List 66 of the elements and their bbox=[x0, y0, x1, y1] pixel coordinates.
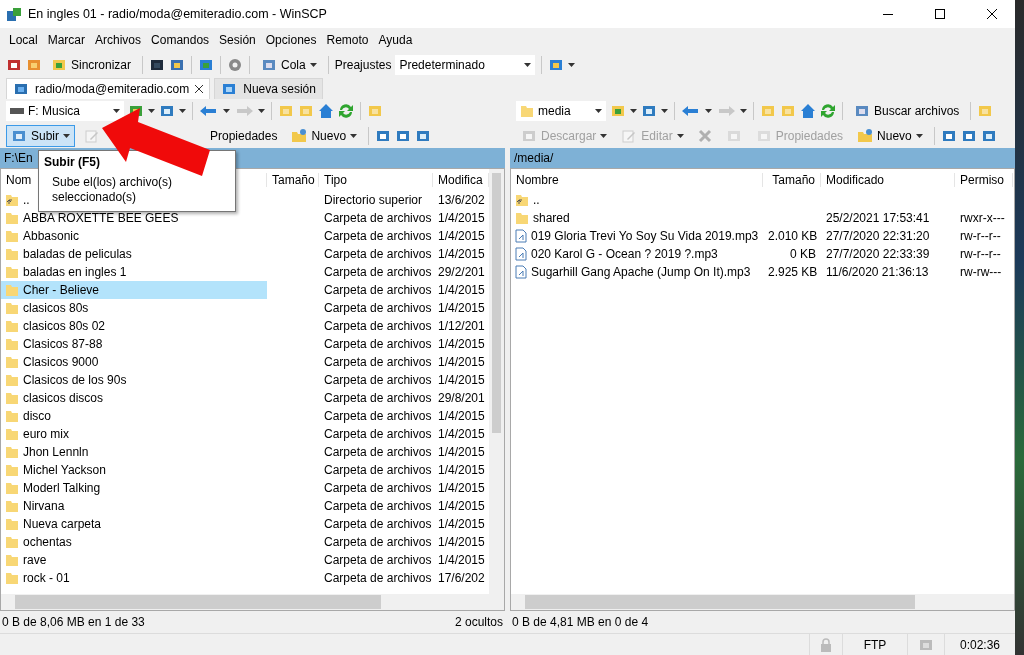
hidden-count: 2 ocultos bbox=[454, 615, 503, 629]
table-cell-text: Carpeta de archivos bbox=[323, 535, 433, 549]
table-cell-text: 1/12/201 bbox=[437, 319, 486, 333]
table-cell-text: Carpeta de archivos bbox=[323, 247, 433, 261]
table-cell-text: 1/4/2015 bbox=[437, 283, 486, 297]
table-cell-text: 2.010 KB bbox=[767, 229, 819, 243]
table-cell-text: Carpeta de archivos bbox=[323, 337, 433, 351]
table-cell-text: Carpeta de archivos bbox=[323, 553, 433, 567]
table-cell-text: Carpeta de archivos bbox=[323, 229, 433, 243]
table-cell-text: Directorio superior bbox=[323, 193, 424, 207]
table-cell-text: 2.925 KB bbox=[767, 265, 819, 279]
table-cell-text: 29/8/201 bbox=[437, 391, 486, 405]
table-cell-text: rw-r--r-- bbox=[959, 229, 1002, 243]
table-cell-text: 1/4/2015 bbox=[437, 373, 486, 387]
table-cell-text: Carpeta de archivos bbox=[323, 355, 433, 369]
table-cell-text: 1/4/2015 bbox=[437, 463, 486, 477]
presets-label: Preajustes bbox=[334, 57, 392, 72]
table-cell-text: 27/7/2020 22:33:39 bbox=[825, 247, 931, 261]
window-title: En ingles 01 - radio/moda@emiteradio.com - WinSCP bbox=[28, 7, 328, 21]
table-cell-text: 29/2/201 bbox=[437, 265, 486, 279]
session-time: 0:02:36 bbox=[959, 637, 1000, 652]
table-cell-text: Carpeta de archivos bbox=[323, 445, 433, 459]
table-cell-text: 1/4/2015 bbox=[437, 517, 486, 531]
table-cell-text: Carpeta de archivos bbox=[323, 481, 433, 495]
table-cell-text: Carpeta de archivos bbox=[323, 571, 433, 585]
table-cell-text: Carpeta de archivos bbox=[323, 301, 433, 315]
table-cell-text: 1/4/2015 bbox=[437, 427, 486, 441]
table-cell-text: 11/6/2020 21:36:13 bbox=[825, 265, 930, 279]
table-cell-text: rwxr-x--- bbox=[959, 211, 1006, 225]
table-cell-text: Carpeta de archivos bbox=[323, 409, 433, 423]
table-cell-text: 27/7/2020 22:31:20 bbox=[825, 229, 931, 243]
protocol-label: FTP bbox=[863, 637, 887, 652]
table-cell-text: 1/4/2015 bbox=[437, 481, 486, 495]
table-cell-text: Carpeta de archivos bbox=[323, 427, 433, 441]
table-cell-text: 13/6/202 bbox=[437, 193, 486, 207]
table-cell-text: 1/4/2015 bbox=[437, 553, 486, 567]
table-cell-text: 1/4/2015 bbox=[437, 445, 486, 459]
table-cell-text: 25/2/2021 17:53:41 bbox=[825, 211, 931, 225]
table-cell-text: Carpeta de archivos bbox=[323, 463, 433, 477]
table-cell-text: 0 KB bbox=[789, 247, 817, 261]
table-cell-text: 1/4/2015 bbox=[437, 211, 486, 225]
table-cell-text: 17/6/202 bbox=[437, 571, 486, 585]
table-cell-text: Carpeta de archivos bbox=[323, 391, 433, 405]
table-cell-text: 1/4/2015 bbox=[437, 301, 486, 315]
table-cell-text: Carpeta de archivos bbox=[323, 373, 433, 387]
table-cell-text: 1/4/2015 bbox=[437, 229, 486, 243]
table-cell-text: 1/4/2015 bbox=[437, 535, 486, 549]
table-cell-text: 1/4/2015 bbox=[437, 355, 486, 369]
table-cell-text: 1/4/2015 bbox=[437, 409, 486, 423]
path-text: F:\En bbox=[4, 151, 33, 165]
status-text: 0 B de 4,81 MB en 0 de 4 bbox=[512, 615, 649, 629]
table-cell-text: Carpeta de archivos bbox=[323, 283, 433, 297]
table-cell-text: rw-rw--- bbox=[959, 265, 1003, 279]
table-cell-text: rw-r--r-- bbox=[959, 247, 1002, 261]
table-cell-text: Carpeta de archivos bbox=[323, 265, 433, 279]
tooltip-title: Subir (F5) bbox=[44, 155, 101, 169]
table-cell-text: Carpeta de archivos bbox=[323, 499, 433, 513]
table-cell-text: Carpeta de archivos bbox=[323, 319, 433, 333]
table-cell-text: Carpeta de archivos bbox=[323, 517, 433, 531]
table-cell-text: 1/4/2015 bbox=[437, 337, 486, 351]
table-cell-text: 1/4/2015 bbox=[437, 499, 486, 513]
table-cell-text: Carpeta de archivos bbox=[323, 211, 433, 225]
status-text: 0 B de 8,06 MB en 1 de 33 bbox=[2, 615, 145, 629]
tooltip-text: Sube el(los) archivo(s) seleccionado(s) bbox=[51, 175, 174, 205]
path-text: /media/ bbox=[514, 151, 554, 165]
table-cell-text: 1/4/2015 bbox=[437, 247, 486, 261]
